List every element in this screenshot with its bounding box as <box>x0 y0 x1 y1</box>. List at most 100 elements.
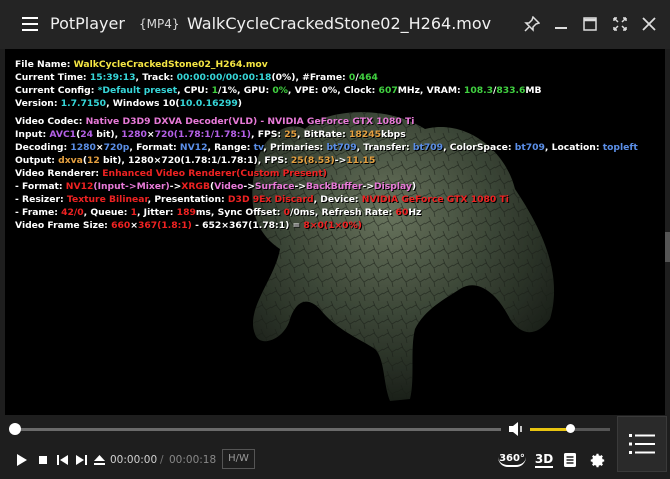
play-button[interactable] <box>13 451 31 469</box>
osd-value: Native D3D9 DXVA Decoder(VLD) - NVIDIA G… <box>85 116 415 127</box>
osd-value: (8.53) <box>303 155 335 166</box>
next-button[interactable] <box>73 452 89 468</box>
osd-line-input: Input: AVC1(24 bit), 1280×720(1.78:1/1.7… <box>15 129 406 140</box>
chapters-button[interactable] <box>560 449 580 471</box>
osd-label: , GPU: <box>237 85 273 96</box>
hamburger-menu-icon[interactable] <box>22 17 38 31</box>
osd-line-current-time: Current Time: 15:39:13, Track: 00:00:00/… <box>15 72 378 83</box>
time-separator: / <box>160 454 164 466</box>
playlist-button[interactable] <box>617 416 667 472</box>
osd-value: bt709 <box>514 142 545 153</box>
osd-label: , VPE: <box>287 85 322 96</box>
document-list-icon <box>564 453 576 467</box>
osd-label: File Name: <box>15 59 74 70</box>
osd-value: 0% <box>321 85 338 96</box>
skip-next-icon <box>75 455 87 465</box>
osd-label: , ColorSpace: <box>443 142 515 153</box>
osd-label: Decoding: <box>15 142 71 153</box>
3d-mode-button[interactable]: 3D <box>533 449 555 471</box>
mute-button[interactable] <box>505 419 527 439</box>
fullscreen-icon <box>613 17 627 31</box>
pin-icon <box>524 16 540 32</box>
osd-value: 833.6 <box>496 85 526 96</box>
osd-value: 0 <box>348 72 356 83</box>
osd-line-video-codec: Video Codec: Native D3D9 DXVA Decoder(VL… <box>15 115 638 128</box>
title-bar: PotPlayer {MP4} WalkCycleCrackedStone02_… <box>0 0 670 49</box>
playlist-icon <box>629 434 655 454</box>
osd-value: 25 <box>284 129 297 140</box>
volume-handle[interactable] <box>565 424 575 433</box>
osd-label: , Clock: <box>337 85 379 96</box>
osd-label: bit), <box>93 129 122 140</box>
osd-label: , Device: <box>313 194 362 205</box>
minimize-icon <box>555 27 567 29</box>
osd-value: 00:00:18 <box>225 72 272 83</box>
osd-value: 1280 <box>70 142 96 153</box>
app-name[interactable]: PotPlayer <box>50 14 125 33</box>
minimize-button[interactable] <box>550 12 572 36</box>
osd-value: 0% <box>272 85 288 96</box>
osd-label: , Track: <box>135 72 177 83</box>
pin-button[interactable] <box>521 12 543 36</box>
format-tag: {MP4} <box>139 17 180 31</box>
video-area[interactable]: File Name: WalkCycleCrackedStone02_H264.… <box>5 49 665 415</box>
osd-label: MHz, VRAM: <box>397 85 464 96</box>
osd-value: Texture Bilinear <box>66 194 148 205</box>
seek-handle[interactable] <box>9 423 21 435</box>
osd-value: 607 <box>378 85 398 96</box>
osd-line-renderer: Video Renderer: Enhanced Video Renderer(… <box>15 167 638 180</box>
total-time: 00:00:18 <box>169 454 217 466</box>
osd-value: 189 <box>176 207 196 218</box>
osd-label: , Transfer: <box>356 142 413 153</box>
osd-label: Video Frame Size: <box>15 220 112 231</box>
osd-value: *Default preset <box>97 85 178 96</box>
control-bar: 00:00:00 / 00:00:18 H/W 360° 3D <box>0 415 670 479</box>
osd-value: 367 <box>137 220 158 231</box>
osd-label: Video Codec: <box>15 116 86 127</box>
osd-value: 42/0 <box>61 207 84 218</box>
osd-value: (0%) <box>271 72 296 83</box>
osd-value: (Input->Mixer) <box>93 181 170 192</box>
stop-button[interactable] <box>35 452 51 468</box>
osd-value: 8×0(1×0%) <box>303 220 362 231</box>
osd-value: bt709 <box>326 142 357 153</box>
close-icon <box>642 17 656 31</box>
osd-label: - Format: <box>15 181 66 192</box>
osd-value: 60 <box>395 207 409 218</box>
osd-label: , Windows 10( <box>106 98 180 109</box>
stop-icon <box>39 456 47 464</box>
osd-label: , Range: <box>207 142 254 153</box>
osd-label: , BitRate: <box>297 129 350 140</box>
previous-button[interactable] <box>54 452 70 468</box>
open-file-button[interactable] <box>91 452 107 468</box>
osd-label: ) <box>411 181 417 192</box>
close-button[interactable] <box>638 12 660 36</box>
osd-line-current-config: Current Config: *Default preset, CPU: 1/… <box>15 85 542 96</box>
osd-line-frame-size: Video Frame Size: 660×367(1.8:1) - 652×3… <box>15 220 362 231</box>
hw-decode-toggle[interactable]: H/W <box>222 449 255 469</box>
osd-value: 652×367(1.78:1) <box>202 220 290 231</box>
side-panel-handle[interactable] <box>665 232 670 262</box>
osd-label: Video Renderer: <box>15 168 103 179</box>
osd-value: tv <box>253 142 264 153</box>
osd-value: AVC1 <box>49 129 77 140</box>
seek-bar[interactable] <box>15 428 501 431</box>
osd-label: , Location: <box>544 142 603 153</box>
osd-line-version: Version: 1.7.7150, Windows 10(10.0.16299… <box>15 97 638 110</box>
osd-label: /0ms, Refresh Rate: <box>290 207 396 218</box>
settings-button[interactable] <box>586 449 608 471</box>
osd-label: , #Frame: <box>295 72 349 83</box>
osd-info: File Name: WalkCycleCrackedStone02_H264.… <box>15 58 638 232</box>
maximize-button[interactable] <box>579 12 601 36</box>
maximize-icon <box>583 17 597 31</box>
360-video-button[interactable]: 360° <box>498 449 526 471</box>
skip-previous-icon <box>56 455 68 465</box>
osd-label: , Jitter: <box>136 207 177 218</box>
osd-label: Current Time: <box>15 72 90 83</box>
osd-value: D3D 9Ex Discard <box>227 194 314 205</box>
osd-line-decoding: Decoding: 1280×720p, Format: NV12, Range… <box>15 142 638 153</box>
osd-value: 1% <box>221 85 238 96</box>
fullscreen-button[interactable] <box>609 12 631 36</box>
osd-value: NV12 <box>179 142 208 153</box>
osd-value: 11.15 <box>346 155 376 166</box>
